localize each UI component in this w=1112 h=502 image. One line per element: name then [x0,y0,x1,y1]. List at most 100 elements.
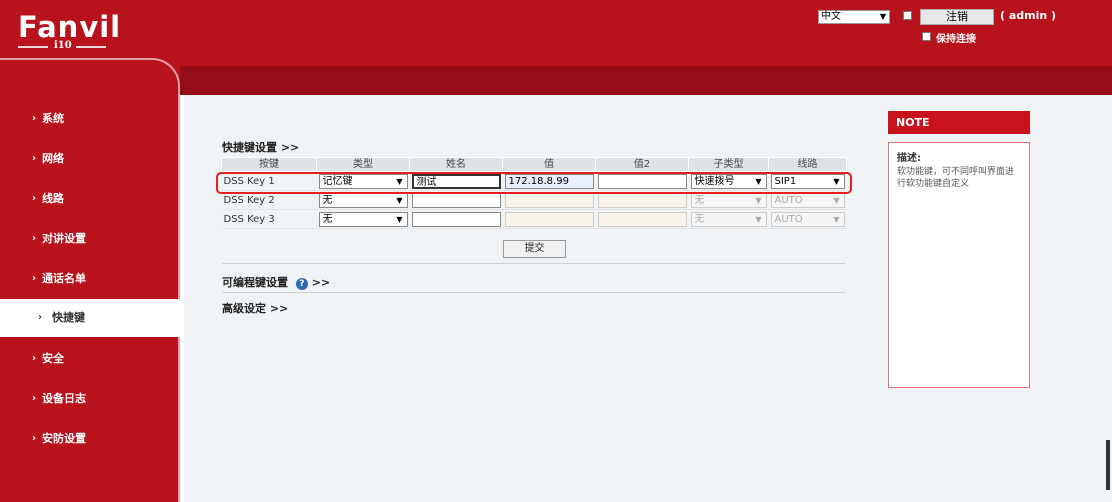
type-select[interactable]: 无 ▼ [318,192,408,208]
value2-input [597,211,687,227]
type-select[interactable]: 记忆键 ▼ [318,173,408,189]
type-select[interactable]: 无 ▼ [318,211,408,227]
chevron-right-icon: › [32,393,37,404]
subtype-value: 无 [694,213,705,225]
line-select: AUTO ▼ [770,192,845,208]
line-value: AUTO [774,213,803,225]
header-band [180,66,1112,95]
subtype-select: 无 ▼ [690,211,767,227]
logout-checkbox[interactable] [903,11,912,20]
chevron-down-icon: ▼ [396,214,403,224]
subtype-select[interactable]: 快速拨号 ▼ [690,173,767,189]
sidebar-item-label: 通话名单 [42,272,86,285]
note-header: NOTE [888,111,1030,134]
dss-key-label: DSS Key 2 [221,190,317,210]
name-input[interactable] [411,192,501,208]
chevron-down-icon: ▼ [833,176,840,186]
chevron-right-icon: › [32,153,37,164]
sidebar-item-call-list[interactable]: › 通话名单 [0,260,178,298]
dss-key-table: 按键 类型 姓名 值 值2 子类型 线路 DSS Key 1 记忆键 ▼ 测试 1… [221,157,847,229]
sidebar-item-network[interactable]: › 网络 [0,140,178,178]
chevron-right-icon: › [32,113,37,124]
sidebar-item-security-settings[interactable]: › 安防设置 [0,420,178,458]
section-title-programmable-keys[interactable]: 可编程键设置 ? >> [222,274,330,290]
value-input [504,192,594,208]
column-header-value: 值 [502,157,596,172]
chevron-down-icon: ▼ [833,195,840,205]
value2-input[interactable] [597,173,687,189]
note-desc-text: 软功能键，可不同呼叫界面进行软功能键自定义 [897,167,1015,189]
sidebar-item-label: 安全 [42,352,64,365]
type-value: 无 [322,213,333,225]
chevron-right-icon: › [38,312,43,323]
table-header-row: 按键 类型 姓名 值 值2 子类型 线路 [221,157,847,172]
column-header-name: 姓名 [409,157,503,172]
logo-bar-right [76,46,106,48]
chevron-right-icon: › [32,273,37,284]
sidebar-item-label: 设备日志 [42,392,86,405]
chevron-down-icon: ▼ [755,176,762,186]
column-header-subtype: 子类型 [688,157,769,172]
table-row: DSS Key 1 记忆键 ▼ 测试 172.18.8.99 快速拨号 ▼ SIP1… [221,171,847,191]
subtype-value: 无 [694,194,705,206]
line-value: AUTO [774,194,803,206]
dss-key-label: DSS Key 1 [221,171,317,191]
chevron-right-icon: › [32,193,37,204]
divider [222,263,845,264]
section-title-shortcut-keys[interactable]: 快捷键设置 >> [222,139,299,155]
sidebar-item-system[interactable]: › 系统 [0,100,178,138]
subtype-value: 快速拨号 [694,175,735,187]
model-badge: i10 [18,40,106,54]
sidebar-item-device-log[interactable]: › 设备日志 [0,380,178,418]
divider [222,292,845,293]
sidebar-item-line[interactable]: › 线路 [0,180,178,218]
sidebar-item-label: 对讲设置 [42,232,86,245]
keep-connected-label: 保持连接 [936,34,976,45]
table-row: DSS Key 3 无 ▼ 无 ▼ AUTO ▼ [221,209,847,229]
chevron-right-icon: › [32,233,37,244]
brand-logo: Fanvil [18,10,122,44]
logout-button[interactable]: 注销 [920,9,994,25]
dss-key-label: DSS Key 3 [221,209,317,229]
section-title-advanced[interactable]: 高级设定 >> [222,300,288,316]
sidebar-item-label: 网络 [42,152,64,165]
note-desc-title: 描述: [897,153,921,164]
current-user: ( admin ) [1000,9,1057,22]
type-value: 记忆键 [322,175,353,187]
chevron-down-icon: ▼ [755,214,762,224]
subtype-select: 无 ▼ [690,192,767,208]
line-select[interactable]: SIP1 ▼ [770,173,845,189]
column-header-line: 线路 [768,157,847,172]
note-panel: 描述: 软功能键，可不同呼叫界面进行软功能键自定义 [888,142,1030,388]
language-value: 中文 [821,11,841,22]
scrollbar-thumb[interactable] [1106,440,1110,490]
name-input[interactable] [411,211,501,227]
sidebar-item-shortcut-keys[interactable]: › 快捷键 [0,299,180,337]
language-select[interactable]: 中文 ▼ [818,10,890,24]
name-input[interactable]: 测试 [411,173,501,189]
value-input [504,211,594,227]
chevron-down-icon: ▼ [396,176,403,186]
chevron-right-icon: › [32,353,37,364]
line-value: SIP1 [774,175,797,187]
sidebar-item-label: 线路 [42,192,64,205]
programmable-title-label: 可编程键设置 [222,276,288,289]
type-value: 无 [322,194,333,206]
sidebar-item-label: 快捷键 [52,311,85,324]
value-input[interactable]: 172.18.8.99 [504,173,594,189]
sidebar-item-label: 系统 [42,112,64,125]
submit-button[interactable]: 提交 [503,240,566,258]
sidebar-item-label: 安防设置 [42,432,86,445]
help-icon[interactable]: ? [295,278,308,290]
model-label: i10 [54,40,72,51]
chevron-down-icon: ▼ [833,214,840,224]
sidebar: › 系统 › 网络 › 线路 › 对讲设置 › 通话名单 › 快捷键 › 安全 … [0,58,180,502]
chevron-down-icon: ▼ [396,195,403,205]
line-select: AUTO ▼ [770,211,845,227]
column-header-type: 类型 [316,157,410,172]
keep-connected-checkbox[interactable] [922,32,931,41]
sidebar-item-intercom[interactable]: › 对讲设置 [0,220,178,258]
column-header-value2: 值2 [595,157,689,172]
sidebar-item-security[interactable]: › 安全 [0,340,178,378]
column-header-key: 按键 [221,157,317,172]
